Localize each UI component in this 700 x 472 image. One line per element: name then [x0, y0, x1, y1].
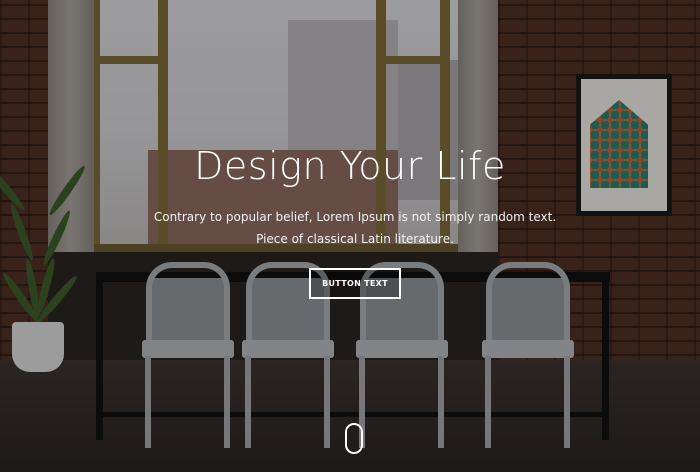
- hero-section: Design Your Life Contrary to popular bel…: [0, 0, 700, 472]
- cta-button[interactable]: BUTTON TEXT: [309, 268, 401, 299]
- hero-title: Design Your Life: [194, 144, 506, 188]
- mouse-scroll-icon[interactable]: [345, 423, 363, 454]
- hero-description: Contrary to popular belief, Lorem Ipsum …: [153, 210, 557, 246]
